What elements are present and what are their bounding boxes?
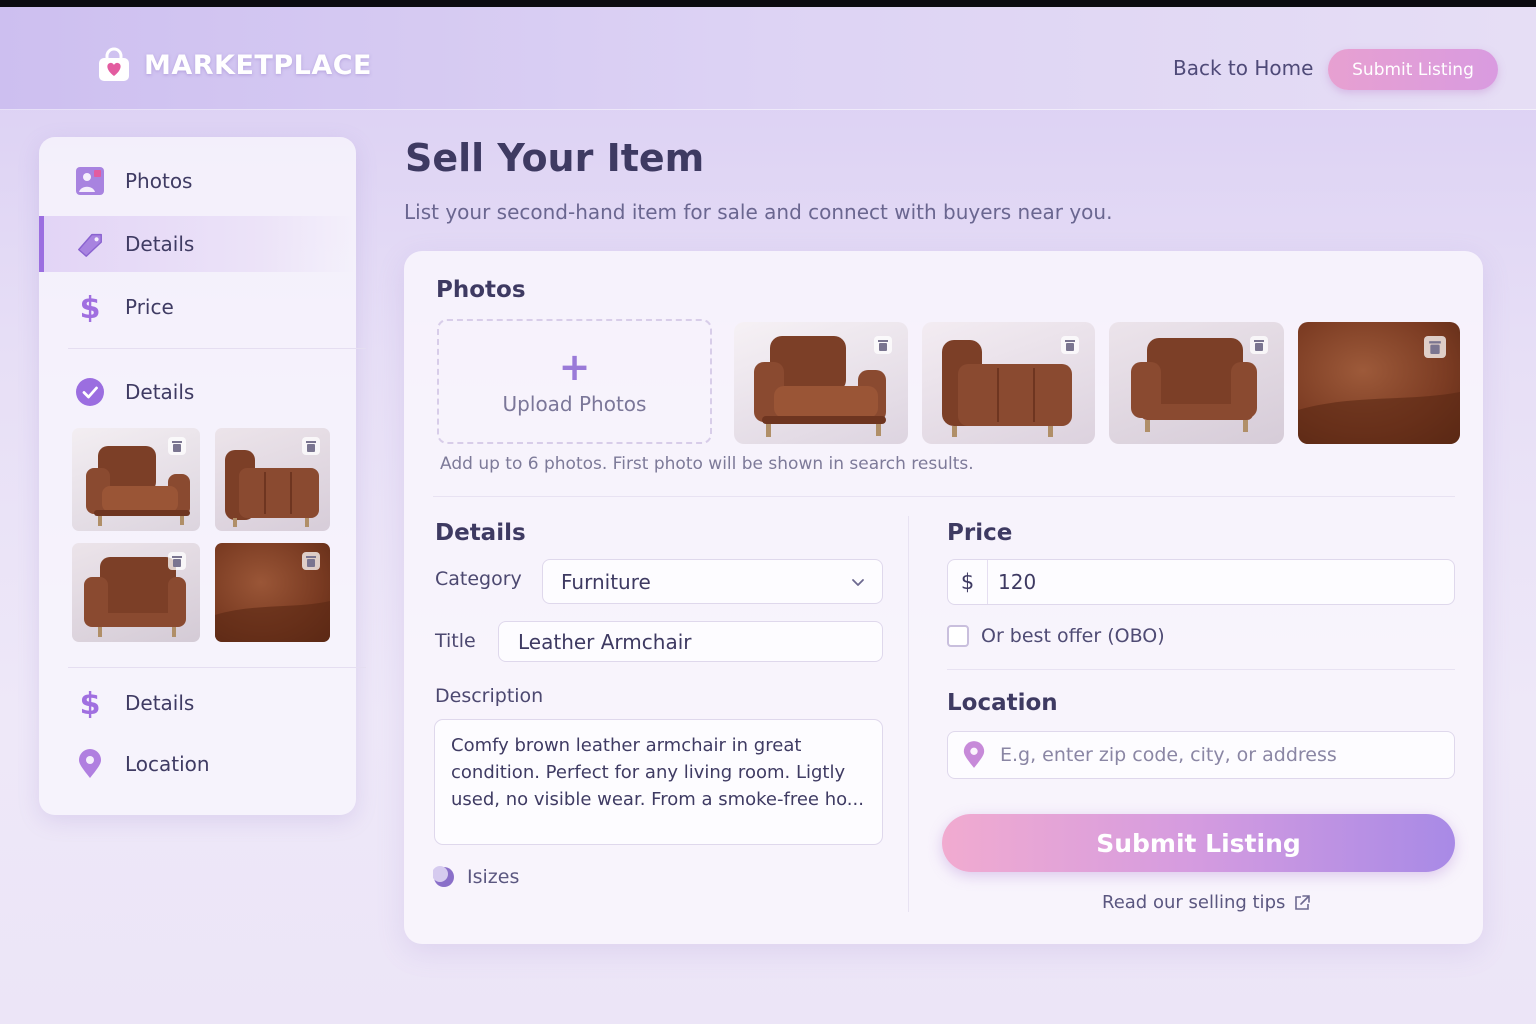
dollar-icon: $ xyxy=(75,292,105,322)
trash-icon xyxy=(1254,340,1264,351)
upload-photos-button[interactable]: + Upload Photos xyxy=(437,319,712,444)
obo-checkbox[interactable] xyxy=(947,625,969,647)
sidebar-item-label: Photos xyxy=(125,169,193,193)
header: MARKETPLACE Back to Home Submit Listing xyxy=(0,7,1536,110)
category-label: Category xyxy=(435,568,522,590)
sidebar-item-label: Details xyxy=(125,232,195,256)
trash-icon xyxy=(878,340,888,351)
delete-photo-button[interactable] xyxy=(1424,336,1446,358)
delete-photo-button[interactable] xyxy=(302,437,320,455)
photos-heading: Photos xyxy=(436,277,526,303)
title-input[interactable]: Leather Armchair xyxy=(498,621,883,662)
page-subtitle: List your second-hand item for sale and … xyxy=(404,200,1113,224)
delete-photo-button[interactable] xyxy=(1061,336,1079,354)
trash-icon xyxy=(1429,341,1441,354)
sidebar-item-photos[interactable]: Photos xyxy=(39,153,356,209)
svg-text:$: $ xyxy=(80,688,101,718)
chevron-down-icon xyxy=(852,579,864,586)
photo-thumbnail[interactable] xyxy=(1109,322,1284,444)
dollar-icon: $ xyxy=(75,688,105,718)
delete-photo-button[interactable] xyxy=(168,552,186,570)
map-pin-icon xyxy=(75,749,105,779)
sidebar-item-label: Details xyxy=(125,380,195,404)
sidebar-item-label: Price xyxy=(125,295,174,319)
trash-icon xyxy=(1065,340,1075,351)
description-label: Description xyxy=(435,685,544,707)
sidebar-photo-thumbnail[interactable] xyxy=(72,428,200,531)
location-input[interactable]: E.g, enter zip code, city, or address xyxy=(947,731,1455,779)
crescent-icon xyxy=(433,866,454,887)
column-divider xyxy=(908,516,909,912)
sidebar-divider xyxy=(68,667,366,668)
trash-icon xyxy=(172,441,182,452)
title-value: Leather Armchair xyxy=(518,629,692,654)
external-link-icon xyxy=(1295,894,1311,910)
check-circle-icon xyxy=(75,377,105,407)
price-value: 120 xyxy=(998,570,1037,594)
section-divider xyxy=(947,669,1455,670)
obo-label: Or best offer (OBO) xyxy=(981,625,1165,647)
delete-photo-button[interactable] xyxy=(874,336,892,354)
submit-listing-button[interactable]: Submit Listing xyxy=(942,814,1455,872)
delete-photo-button[interactable] xyxy=(1250,336,1268,354)
photo-thumbnail[interactable] xyxy=(734,322,908,444)
tag-icon xyxy=(75,229,105,259)
svg-text:$: $ xyxy=(80,292,101,322)
sidebar-photo-thumbnail[interactable] xyxy=(215,543,330,642)
category-select[interactable]: Furniture xyxy=(542,559,883,604)
description-textarea[interactable]: Comfy brown leather armchair in great co… xyxy=(434,719,883,845)
brand[interactable]: MARKETPLACE xyxy=(96,47,372,83)
trash-icon xyxy=(172,556,182,567)
plus-icon: + xyxy=(558,344,591,389)
photo-thumbnail[interactable] xyxy=(922,322,1095,444)
category-value: Furniture xyxy=(561,569,651,594)
map-pin-icon xyxy=(963,741,985,768)
sidebar-item-details-completed[interactable]: Details xyxy=(39,364,356,420)
brand-name: MARKETPLACE xyxy=(144,49,372,81)
sidebar-item-location[interactable]: Location xyxy=(39,736,356,792)
sidebar-item-details[interactable]: Details xyxy=(39,216,356,272)
section-divider xyxy=(433,496,1455,497)
sizes-label: Isizes xyxy=(467,866,520,888)
upload-photos-label: Upload Photos xyxy=(502,391,647,416)
back-to-home-link[interactable]: Back to Home xyxy=(1173,56,1313,80)
sidebar-item-label: Location xyxy=(125,752,210,776)
sidebar-item-details-price[interactable]: $ Details xyxy=(39,675,356,731)
title-label: Title xyxy=(435,630,476,652)
currency-symbol: $ xyxy=(948,560,988,604)
price-input[interactable]: $ 120 xyxy=(947,559,1455,605)
sidebar-divider xyxy=(68,348,366,349)
delete-photo-button[interactable] xyxy=(302,552,320,570)
sidebar-photo-thumbnail[interactable] xyxy=(72,543,200,642)
sidebar: Photos Details $ Price Details $ Details… xyxy=(39,137,366,815)
trash-icon xyxy=(306,441,316,452)
page-title: Sell Your Item xyxy=(405,136,705,180)
location-heading: Location xyxy=(947,690,1058,716)
delete-photo-button[interactable] xyxy=(168,437,186,455)
photo-thumbnail[interactable] xyxy=(1298,322,1460,444)
photos-helper-text: Add up to 6 photos. First photo will be … xyxy=(440,454,974,474)
trash-icon xyxy=(306,556,316,567)
selling-tips-label: Read our selling tips xyxy=(1102,892,1286,913)
price-heading: Price xyxy=(947,520,1013,546)
sidebar-photo-thumbnail[interactable] xyxy=(215,428,330,531)
shopping-bag-heart-icon xyxy=(99,47,129,81)
location-placeholder: E.g, enter zip code, city, or address xyxy=(1000,744,1337,766)
image-icon xyxy=(75,166,105,196)
selling-tips-link[interactable]: Read our selling tips xyxy=(1102,892,1311,913)
sidebar-item-price[interactable]: $ Price xyxy=(39,279,356,335)
header-submit-listing-button[interactable]: Submit Listing xyxy=(1328,49,1498,90)
obo-option[interactable]: Or best offer (OBO) xyxy=(947,625,1165,647)
details-heading: Details xyxy=(435,520,526,546)
sidebar-item-label: Details xyxy=(125,691,195,715)
top-edge-strip xyxy=(0,0,1536,7)
sizes-option[interactable]: Isizes xyxy=(433,866,519,888)
